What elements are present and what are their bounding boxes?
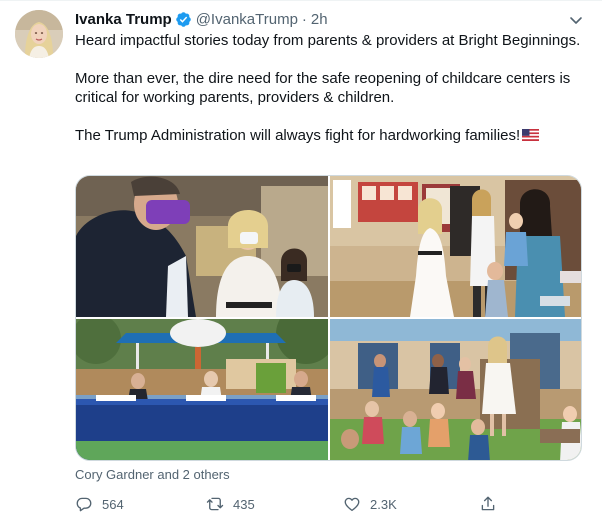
- like-button[interactable]: 2.3K: [343, 494, 397, 514]
- media-grid: [75, 175, 582, 461]
- tweet-card: Ivanka Trump @IvankaTrump · 2h Heard imp…: [0, 0, 602, 522]
- tweet-text-line-3-content: The Trump Administration will always fig…: [75, 127, 521, 144]
- tagged-people-link[interactable]: Cory Gardner and 2 others: [75, 467, 230, 482]
- like-count: 2.3K: [370, 496, 397, 512]
- reply-icon: [76, 497, 92, 512]
- retweet-icon: [206, 497, 224, 511]
- photo-3[interactable]: [76, 319, 328, 460]
- retweet-count: 435: [233, 496, 255, 512]
- photo-4[interactable]: [330, 319, 581, 460]
- share-icon: [481, 496, 495, 511]
- top-divider: [0, 0, 602, 1]
- photo-2[interactable]: [330, 176, 581, 317]
- tweet-action-bar: 564 435 2.3K: [75, 494, 575, 514]
- share-button[interactable]: [479, 494, 506, 514]
- tweet-text-line-3: The Trump Administration will always fig…: [75, 126, 585, 145]
- author-name[interactable]: Ivanka Trump: [75, 11, 172, 28]
- tweet-timestamp[interactable]: 2h: [311, 11, 328, 28]
- verified-badge-icon: [175, 11, 192, 28]
- reply-count: 564: [102, 496, 124, 512]
- avatar[interactable]: [15, 10, 63, 58]
- photo-1[interactable]: [76, 176, 328, 317]
- header-separator: ·: [301, 10, 307, 28]
- tweet-text-line-2: More than ever, the dire need for the sa…: [75, 70, 571, 106]
- tweet-text: Heard impactful stories today from paren…: [75, 31, 585, 145]
- tweet-text-line-1: Heard impactful stories today from paren…: [75, 32, 581, 49]
- retweet-button[interactable]: 435: [206, 494, 255, 514]
- us-flag-icon: [522, 127, 540, 141]
- heart-icon: [344, 497, 360, 512]
- chevron-down-icon[interactable]: [566, 10, 586, 30]
- tweet-header: Ivanka Trump @IvankaTrump · 2h: [75, 9, 328, 29]
- reply-button[interactable]: 564: [75, 494, 124, 514]
- author-handle[interactable]: @IvankaTrump: [196, 11, 298, 28]
